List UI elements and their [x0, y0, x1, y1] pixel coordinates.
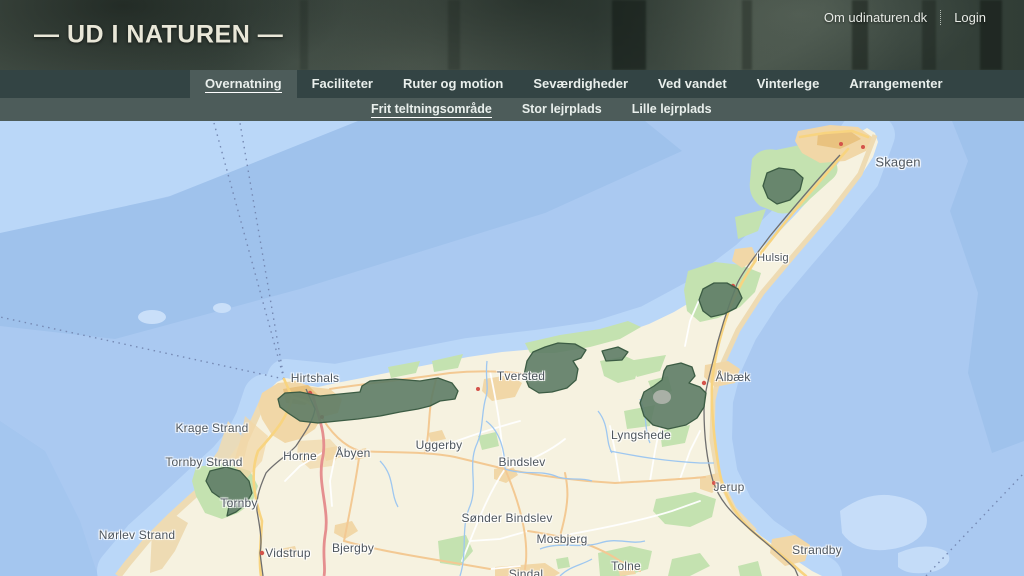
nav-item-label: Ruter og motion: [403, 76, 503, 93]
nav-item-label: Faciliteter: [312, 76, 373, 93]
header-link-om-udinaturen-dk[interactable]: Om udinaturen.dk: [824, 10, 927, 25]
nav-item-overnatning[interactable]: Overnatning: [190, 70, 297, 98]
nav-item-arrangementer[interactable]: Arrangementer: [834, 70, 957, 98]
nav-item-ved-vandet[interactable]: Ved vandet: [643, 70, 742, 98]
site-logo[interactable]: — UD I NATUREN —: [34, 21, 283, 50]
map-canvas[interactable]: SkagenHulsigÅlbækHirtshalsTverstedKrage …: [0, 121, 1024, 576]
nav-item-label: Lille lejrplads: [632, 102, 712, 118]
nav-item-label: Stor lejrplads: [522, 102, 602, 118]
nav-item-frit-teltningsområde[interactable]: Frit teltningsområde: [356, 98, 507, 121]
header-photo-tree: [742, 0, 752, 70]
header-photo-tree: [300, 0, 308, 70]
nav-item-label: Ved vandet: [658, 76, 727, 93]
nav-item-label: Seværdigheder: [533, 76, 628, 93]
header-photo-tree: [612, 0, 646, 70]
page: — UD I NATUREN — Om udinaturen.dk Login O…: [0, 0, 1024, 576]
nav-item-seværdigheder[interactable]: Seværdigheder: [518, 70, 643, 98]
map-svg: [0, 121, 1024, 576]
nav-item-stor-lejrplads[interactable]: Stor lejrplads: [507, 98, 617, 121]
main-nav: Overnatning Faciliteter Ruter og motion Sev…: [0, 70, 1024, 98]
header-links: Om udinaturen.dk Login: [824, 10, 986, 25]
nav-item-label: Overnatning: [205, 76, 282, 93]
header-link-login[interactable]: Login: [954, 10, 986, 25]
header-photo-tree: [448, 0, 460, 70]
nav-item-label: Arrangementer: [849, 76, 942, 93]
nav-item-faciliteter[interactable]: Faciliteter: [297, 70, 388, 98]
sub-nav: Frit teltningsområde Stor lejrplads Lille …: [0, 98, 1024, 121]
nav-item-label: Frit teltningsområde: [371, 102, 492, 118]
header: — UD I NATUREN — Om udinaturen.dk Login: [0, 0, 1024, 70]
nav-item-label: Vinterlege: [757, 76, 820, 93]
nav-item-ruter-og-motion[interactable]: Ruter og motion: [388, 70, 518, 98]
nav-item-vinterlege[interactable]: Vinterlege: [742, 70, 835, 98]
dotted-divider: [940, 10, 941, 25]
nav-item-lille-lejrplads[interactable]: Lille lejrplads: [617, 98, 727, 121]
camping-area-clearing: [653, 390, 671, 404]
